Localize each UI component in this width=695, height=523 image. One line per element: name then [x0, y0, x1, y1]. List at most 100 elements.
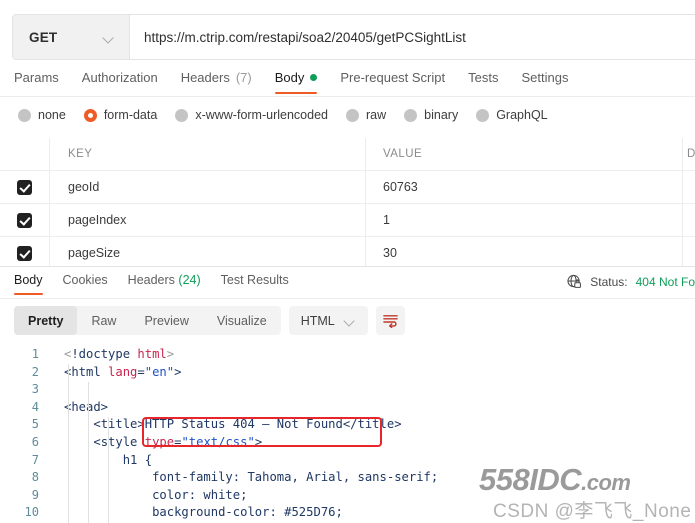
tabs-divider	[0, 96, 695, 97]
code-line: 5 <title>HTTP Status 404 – Not Found</ti…	[0, 416, 695, 434]
row-value[interactable]: 1	[366, 204, 683, 236]
table-row[interactable]: pageIndex 1	[0, 204, 695, 237]
line-number: 7	[31, 452, 39, 467]
tab-label: Test Results	[220, 273, 289, 287]
body-type-form-data[interactable]: form-data	[83, 108, 157, 122]
status-label: Status:	[590, 274, 628, 289]
row-checkbox-cell	[0, 171, 50, 203]
tab-label: Headers	[127, 273, 175, 287]
row-checkbox[interactable]	[17, 179, 32, 195]
code-line: 4 <head>	[0, 399, 695, 417]
radio-icon	[175, 108, 189, 122]
response-view-toolbar: Pretty Raw Preview Visualize HTML	[14, 306, 405, 335]
tab-pre-request-script[interactable]: Pre-request Script	[340, 70, 445, 94]
code-line: 8 font-family: Tahoma, Arial, sans-serif…	[0, 469, 695, 487]
header-checkbox-cell	[0, 138, 50, 170]
tab-label: Authorization	[81, 70, 158, 85]
header-description: D	[687, 148, 695, 160]
radio-icon	[404, 108, 418, 122]
response-code-viewer[interactable]: 1 <!doctype html> 2 <html lang="en"> 3 4…	[0, 346, 695, 523]
code-line: 7 h1 {	[0, 452, 695, 470]
code-text: color: white;	[152, 487, 248, 502]
code-text: <style type="text/css">	[93, 434, 263, 449]
code-line: 3	[0, 381, 695, 399]
row-value[interactable]: 30	[366, 237, 683, 269]
table-row[interactable]: geoId 60763	[0, 171, 695, 204]
chevron-down-icon	[345, 317, 356, 324]
body-type-radio-group: none form-data x-www-form-urlencoded raw…	[18, 108, 548, 122]
row-key[interactable]: pageIndex	[50, 204, 366, 236]
tab-authorization[interactable]: Authorization	[82, 70, 158, 94]
view-mode-pretty[interactable]: Pretty	[14, 306, 78, 335]
response-tab-bar: Body Cookies Headers (24) Test Results S…	[0, 266, 695, 299]
response-tab-cookies[interactable]: Cookies	[63, 273, 108, 295]
postman-window: GET https://m.ctrip.com/restapi/soa2/204…	[0, 0, 695, 523]
code-line: 9 color: white;	[0, 487, 695, 505]
row-description[interactable]	[683, 171, 695, 203]
word-wrap-button[interactable]	[375, 306, 405, 335]
globe-lock-icon	[567, 274, 582, 288]
view-mode-label: Visualize	[216, 313, 267, 328]
line-number: 1	[31, 347, 39, 361]
status-value: 404 Not Fo	[635, 274, 695, 289]
indent-guide	[108, 417, 109, 523]
line-number: 3	[31, 382, 39, 397]
line-number: 6	[31, 434, 39, 449]
view-mode-visualize[interactable]: Visualize	[203, 306, 281, 335]
line-number: 10	[24, 505, 39, 520]
radio-label: binary	[424, 108, 459, 122]
header-value: VALUE	[366, 138, 683, 170]
tab-label: Params	[14, 70, 59, 85]
tab-label: Tests	[468, 70, 499, 85]
body-type-none[interactable]: none	[18, 108, 66, 122]
tab-label: Headers	[180, 70, 230, 85]
tab-settings[interactable]: Settings	[521, 70, 568, 94]
table-header-row: KEY VALUE D	[0, 138, 695, 171]
body-type-graphql[interactable]: GraphQL	[476, 108, 548, 122]
row-checkbox[interactable]	[17, 212, 32, 228]
language-dropdown[interactable]: HTML	[288, 306, 368, 335]
row-checkbox[interactable]	[17, 245, 32, 261]
line-number: 4	[31, 399, 39, 414]
response-tab-test-results[interactable]: Test Results	[221, 273, 289, 295]
url-input[interactable]: https://m.ctrip.com/restapi/soa2/20405/g…	[130, 15, 695, 59]
code-text: <html lang="en">	[64, 364, 182, 379]
code-text: h1 {	[122, 452, 153, 467]
code-text: <title>HTTP Status 404 – Not Found</titl…	[93, 417, 402, 432]
tab-label: Cookies	[62, 273, 108, 287]
chevron-down-icon	[104, 34, 115, 41]
tab-label: Body	[14, 273, 43, 287]
http-method-dropdown[interactable]: GET	[13, 15, 130, 59]
response-tab-headers[interactable]: Headers (24)	[128, 273, 201, 295]
view-mode-label: Raw	[91, 313, 117, 328]
row-value[interactable]: 60763	[366, 171, 683, 203]
row-key[interactable]: geoId	[50, 171, 366, 203]
view-mode-raw[interactable]: Raw	[77, 306, 130, 335]
tab-tests[interactable]: Tests	[468, 70, 498, 94]
tab-params[interactable]: Params	[14, 70, 59, 94]
row-checkbox-cell	[0, 237, 50, 269]
tab-body[interactable]: Body	[274, 70, 318, 94]
form-data-table: KEY VALUE D geoId 60763 pageIndex 1 page…	[0, 138, 695, 270]
body-type-raw[interactable]: raw	[346, 108, 386, 122]
tab-headers[interactable]: Headers (7)	[181, 70, 252, 94]
view-mode-label: Pretty	[28, 313, 64, 328]
view-mode-preview[interactable]: Preview	[130, 306, 202, 335]
response-status: Status: 404 Not Fo	[567, 274, 695, 289]
language-label: HTML	[300, 313, 335, 328]
view-mode-group: Pretty Raw Preview Visualize	[14, 306, 281, 335]
response-tabs: Body Cookies Headers (24) Test Results	[14, 273, 289, 295]
response-tab-body[interactable]: Body	[14, 273, 43, 295]
indent-guide	[68, 364, 69, 523]
row-description[interactable]	[683, 204, 695, 236]
word-wrap-icon	[383, 315, 398, 328]
line-number: 8	[31, 470, 39, 485]
code-text: <!doctype html>	[64, 347, 175, 361]
body-type-binary[interactable]: binary	[404, 108, 458, 122]
code-line: 10 background-color: #525D76;	[0, 504, 695, 522]
row-key[interactable]: pageSize	[50, 237, 366, 269]
tab-label: Pre-request Script	[340, 70, 446, 85]
radio-icon	[346, 108, 359, 122]
row-description[interactable]	[683, 237, 695, 269]
body-type-x-www-form-urlencoded[interactable]: x-www-form-urlencoded	[175, 108, 328, 122]
